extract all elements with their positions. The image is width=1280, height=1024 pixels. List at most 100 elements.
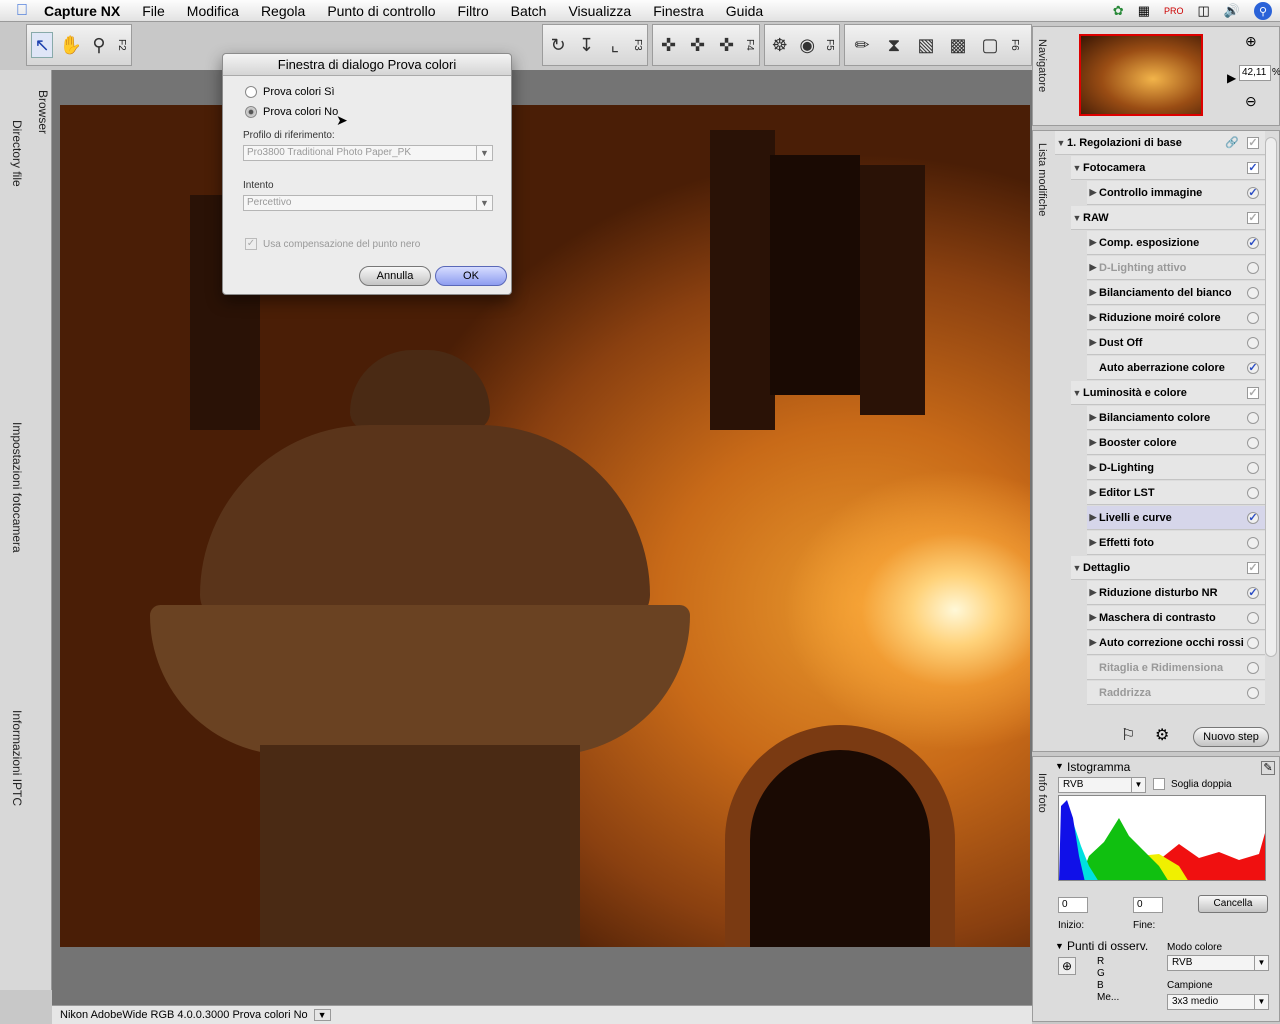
color-mode-select[interactable]: RVB ▼ [1167, 955, 1269, 971]
tab-navigator[interactable]: Navigatore [1036, 39, 1048, 92]
sample-select[interactable]: 3x3 medio ▼ [1167, 994, 1269, 1010]
fill-icon[interactable]: ▩ [945, 32, 971, 58]
expand-triangle-icon[interactable]: ▼ [1071, 163, 1083, 173]
ok-button[interactable]: OK [435, 266, 507, 286]
photo-image[interactable] [60, 105, 1030, 947]
expand-triangle-icon[interactable]: ▼ [1071, 563, 1083, 573]
edit-list-item[interactable]: ▶ Booster colore [1087, 431, 1265, 455]
menu-finestra[interactable]: Finestra [653, 3, 704, 19]
edit-list-item[interactable]: ▶ Maschera di contrasto [1087, 606, 1265, 630]
tab-edit-list[interactable]: Lista modifiche [1036, 143, 1048, 216]
script-icon[interactable]: ▦ [1138, 3, 1150, 19]
apple-icon[interactable]:  [0, 2, 44, 20]
radio-proof-off[interactable]: Prova colori No [245, 106, 338, 118]
disclosure-triangle-icon[interactable]: ▶ [1087, 637, 1099, 648]
edit-list-item[interactable]: ▶ Effetti foto [1087, 531, 1265, 555]
points-triangle-icon[interactable]: ▼ [1055, 941, 1064, 951]
menu-visualizza[interactable]: Visualizza [568, 3, 631, 19]
menu-punto-controllo[interactable]: Punto di controllo [327, 3, 435, 19]
edit-list-item[interactable]: ▶ D-Lighting attivo [1087, 256, 1265, 280]
edit-list-item[interactable]: ▶ Auto correzione occhi rossi [1087, 631, 1265, 655]
marker-icon[interactable]: ⚐ [1121, 725, 1135, 745]
disclosure-triangle-icon[interactable]: ▶ [1087, 312, 1099, 323]
enable-toggle[interactable] [1247, 337, 1259, 349]
edit-list-item[interactable]: ▶ Livelli e curve ✓ [1087, 506, 1265, 530]
link-icon[interactable]: 🔗 [1225, 136, 1239, 149]
radio-proof-off-dot[interactable] [245, 106, 257, 118]
disclosure-triangle-icon[interactable]: ▶ [1087, 237, 1099, 248]
status-dropdown-icon[interactable]: ▼ [313, 1009, 331, 1021]
expand-triangle-icon[interactable]: ▼ [1071, 388, 1083, 398]
edit-list-item[interactable]: ▼ Fotocamera ✓ [1071, 156, 1265, 180]
black-point-icon[interactable]: ✜ [657, 32, 680, 58]
edit-list-item[interactable]: ▶ Editor LST [1087, 481, 1265, 505]
disclosure-triangle-icon[interactable]: ▶ [1087, 262, 1099, 273]
enable-toggle[interactable] [1247, 412, 1259, 424]
spotlight-icon[interactable]: ⚲ [1254, 2, 1272, 20]
enable-toggle[interactable]: ✓ [1247, 237, 1259, 249]
tab-camera-settings[interactable]: Impostazioni fotocamera [10, 422, 24, 553]
arrow-tool-icon[interactable]: ↖ [31, 32, 54, 58]
zoom-slider-handle[interactable]: ▶ [1227, 71, 1236, 85]
gear-icon[interactable]: ⚙ [1155, 725, 1169, 745]
volume-icon[interactable]: 🔊 [1224, 3, 1240, 19]
radio-proof-on-dot[interactable] [245, 86, 257, 98]
zoom-value-field[interactable]: 42,11 [1239, 65, 1271, 81]
tab-directory-file[interactable]: Directory file [10, 120, 24, 187]
tab-iptc[interactable]: Informazioni IPTC [10, 710, 24, 806]
start-field[interactable]: 0 [1058, 897, 1088, 913]
neutral-point-icon[interactable]: ✜ [715, 32, 738, 58]
enable-checkbox[interactable]: ✓ [1247, 212, 1259, 224]
edit-list-item[interactable]: ▶ Riduzione disturbo NR ✓ [1087, 581, 1265, 605]
enable-toggle[interactable] [1247, 537, 1259, 549]
gradient-icon[interactable]: ▧ [913, 32, 939, 58]
black-point-checkbox[interactable]: ✓ Usa compensazione del punto nero [245, 238, 420, 250]
edit-list-item[interactable]: ▼ Dettaglio ✓ [1071, 556, 1265, 580]
edit-list-item[interactable]: ▶ D-Lighting [1087, 456, 1265, 480]
intent-select[interactable]: Percettivo ▼ [243, 195, 493, 211]
disclosure-triangle-icon[interactable]: ▶ [1087, 412, 1099, 423]
rotate-icon[interactable]: ↻ [547, 32, 569, 58]
enable-toggle[interactable] [1247, 487, 1259, 499]
edit-list-item[interactable]: ▶ Bilanciamento colore [1087, 406, 1265, 430]
edit-list-item[interactable]: Raddrizza [1087, 681, 1265, 705]
crop-icon[interactable]: ⌞ [604, 32, 626, 58]
disclosure-triangle-icon[interactable]: ▶ [1087, 587, 1099, 598]
color-point-icon[interactable]: ☸ [769, 32, 791, 58]
expand-triangle-icon[interactable]: ▼ [1071, 213, 1083, 223]
tab-photo-info[interactable]: Info foto [1036, 773, 1048, 813]
enable-toggle[interactable] [1247, 462, 1259, 474]
edit-list-item[interactable]: ▼ Luminosità e colore ✓ [1071, 381, 1265, 405]
enable-toggle[interactable] [1247, 687, 1259, 699]
edit-list-item[interactable]: Auto aberrazione colore ✓ [1087, 356, 1265, 380]
disclosure-triangle-icon[interactable]: ▶ [1087, 512, 1099, 523]
menu-guida[interactable]: Guida [726, 3, 763, 19]
clear-button[interactable]: Cancella [1198, 895, 1268, 913]
hand-tool-icon[interactable]: ✋ [59, 32, 81, 58]
zoom-tool-icon[interactable]: ⚲ [88, 32, 110, 58]
enable-checkbox[interactable]: ✓ [1247, 162, 1259, 174]
enable-toggle[interactable] [1247, 437, 1259, 449]
menu-modifica[interactable]: Modifica [187, 3, 239, 19]
disclosure-triangle-icon[interactable]: ▶ [1087, 537, 1099, 548]
disclosure-triangle-icon[interactable]: ▶ [1087, 462, 1099, 473]
app-menu[interactable]: Capture NX [44, 3, 120, 19]
edit-list-item[interactable]: ▶ Dust Off [1087, 331, 1265, 355]
cancel-button[interactable]: Annulla [359, 266, 431, 286]
straighten-icon[interactable]: ↧ [575, 32, 597, 58]
enable-toggle[interactable] [1247, 662, 1259, 674]
flag-icon[interactable]: PRO [1164, 6, 1184, 16]
disclosure-triangle-icon[interactable]: ▶ [1087, 287, 1099, 298]
edit-list-item[interactable]: ▶ Comp. esposizione ✓ [1087, 231, 1265, 255]
histogram-triangle-icon[interactable]: ▼ [1055, 761, 1064, 771]
end-field[interactable]: 0 [1133, 897, 1163, 913]
disclosure-triangle-icon[interactable]: ▶ [1087, 612, 1099, 623]
new-step-button[interactable]: Nuovo step [1193, 727, 1269, 747]
crosshair-icon[interactable]: ⊕ [1058, 957, 1076, 975]
edit-list-item[interactable]: ▼ RAW ✓ [1071, 206, 1265, 230]
expand-triangle-icon[interactable]: ▼ [1055, 138, 1067, 148]
disclosure-triangle-icon[interactable]: ▶ [1087, 487, 1099, 498]
zoom-in-icon[interactable]: ⊕ [1245, 33, 1257, 50]
tab-browser[interactable]: Browser [36, 90, 50, 134]
enable-toggle[interactable]: ✓ [1247, 512, 1259, 524]
